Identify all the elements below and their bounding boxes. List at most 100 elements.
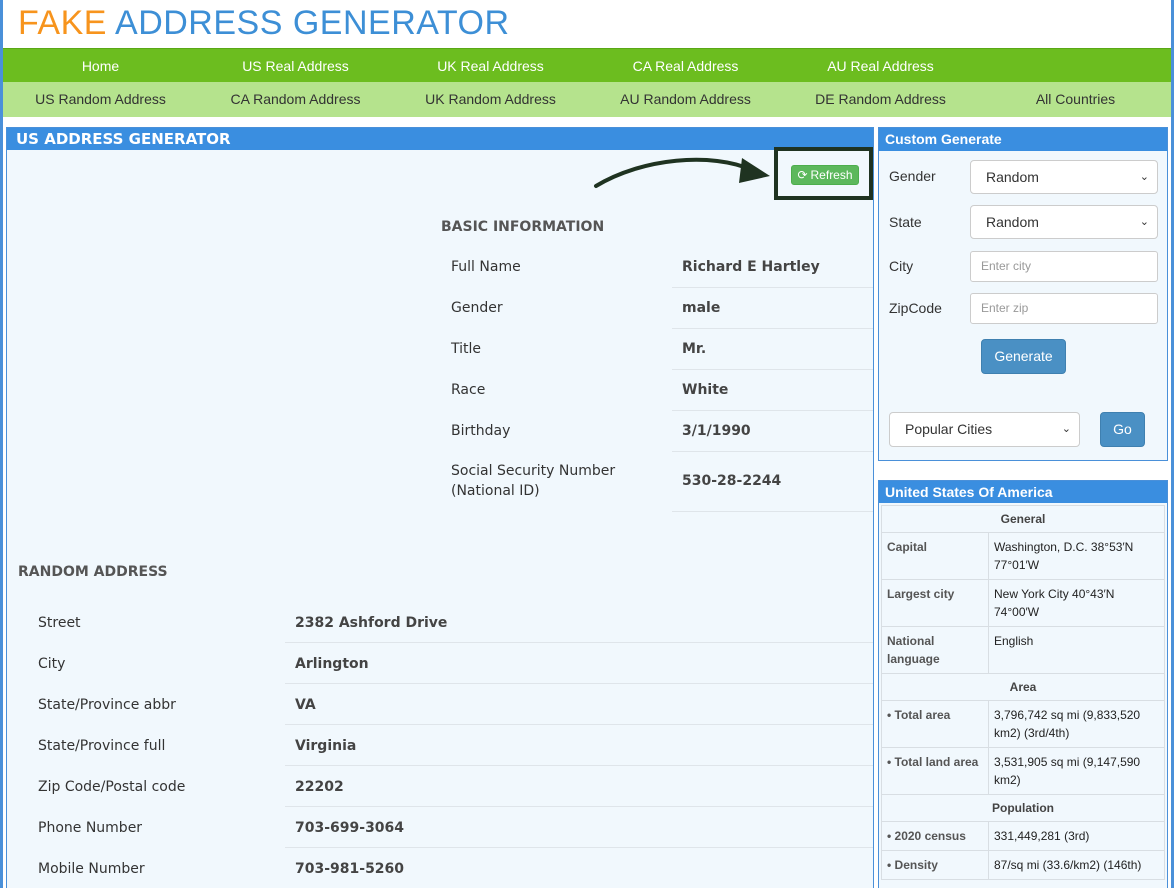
value-birthday: 3/1/1990 <box>682 423 751 439</box>
table-row: Capital Washington, D.C. 38°53′N 77°01′W <box>881 532 1165 580</box>
state-select[interactable]: Random ⌄ <box>970 205 1158 239</box>
logo-word-rest: ADDRESS GENERATOR <box>115 4 510 42</box>
panel-title: US ADDRESS GENERATOR <box>7 128 873 150</box>
nav-ca-random-address[interactable]: CA Random Address <box>198 82 393 117</box>
value-ssn: 530-28-2244 <box>682 473 782 489</box>
nav-ca-real-address[interactable]: CA Real Address <box>588 49 783 83</box>
basic-information-title: BASIC INFORMATION <box>441 219 605 235</box>
value-zip: 22202 <box>295 779 344 795</box>
nav-all-countries[interactable]: All Countries <box>978 82 1173 117</box>
generate-button[interactable]: Generate <box>981 339 1066 374</box>
density-key: • Density <box>881 850 989 880</box>
refresh-icon: ⟳ <box>797 168 808 182</box>
usa-info-title: United States Of America <box>879 481 1167 503</box>
total-area-key: • Total area <box>881 700 989 748</box>
logo-word-fake: FAKE <box>18 4 107 42</box>
label-zip: Zip Code/Postal code <box>38 779 186 795</box>
address-row-city: City Arlington <box>7 643 875 684</box>
divider <box>672 511 873 512</box>
refresh-label: Refresh <box>810 168 853 182</box>
nav-de-random-address[interactable]: DE Random Address <box>783 82 978 117</box>
gender-select[interactable]: Random ⌄ <box>970 160 1158 194</box>
table-row: • Total land area 3,531,905 sq mi (9,147… <box>881 747 1165 795</box>
table-row: • Total area 3,796,742 sq mi (9,833,520 … <box>881 700 1165 748</box>
basic-row-ssn: Social Security Number (National ID) 530… <box>7 452 875 512</box>
popular-cities-select[interactable]: Popular Cities ⌄ <box>889 412 1080 447</box>
us-address-generator-panel: US ADDRESS GENERATOR ⟳ Refresh BASIC INFO… <box>6 127 874 888</box>
primary-nav: Home US Real Address UK Real Address CA … <box>3 48 1171 82</box>
value-city: Arlington <box>295 656 369 672</box>
usa-info-table: General Capital Washington, D.C. 38°53′N… <box>881 505 1165 880</box>
area-header: Area <box>881 673 1165 701</box>
address-row-phone: Phone Number 703-699-3064 <box>7 807 875 848</box>
nav-home[interactable]: Home <box>3 49 198 83</box>
refresh-highlight-box: ⟳ Refresh <box>774 147 873 200</box>
city-input[interactable]: Enter city <box>970 251 1158 282</box>
land-area-key: • Total land area <box>881 747 989 795</box>
label-birthday: Birthday <box>451 423 511 439</box>
custom-generate-panel: Custom Generate Gender Random ⌄ State Ra… <box>878 127 1168 461</box>
basic-row-birthday: Birthday 3/1/1990 <box>7 411 875 452</box>
label-phone: Phone Number <box>38 820 143 836</box>
label-ssn-sub: (National ID) <box>451 483 540 499</box>
basic-row-race: Race White <box>7 370 875 411</box>
gender-label: Gender <box>889 168 936 184</box>
random-address-title: RANDOM ADDRESS <box>18 564 168 580</box>
capital-value: Washington, D.C. 38°53′N 77°01′W <box>988 532 1165 580</box>
basic-row-title: Title Mr. <box>7 329 875 370</box>
largest-city-value: New York City 40°43′N 74°00′W <box>988 579 1165 627</box>
address-row-state-full: State/Province full Virginia <box>7 725 875 766</box>
label-state-abbr: State/Province abbr <box>38 697 176 713</box>
nav-us-random-address[interactable]: US Random Address <box>3 82 198 117</box>
state-label: State <box>889 214 922 230</box>
nav-us-real-address[interactable]: US Real Address <box>198 49 393 83</box>
table-row: Largest city New York City 40°43′N 74°00… <box>881 579 1165 627</box>
zip-input[interactable]: Enter zip <box>970 293 1158 324</box>
value-gender: male <box>682 300 721 316</box>
annotation-arrow-icon <box>594 157 770 188</box>
label-mobile: Mobile Number <box>38 861 145 877</box>
go-button[interactable]: Go <box>1100 412 1145 447</box>
site-logo[interactable]: FAKE ADDRESS GENERATOR <box>18 4 510 46</box>
density-value: 87/sq mi (33.6/km2) (146th) <box>988 850 1165 880</box>
custom-generate-title: Custom Generate <box>879 128 1167 151</box>
address-row-zip: Zip Code/Postal code 22202 <box>7 766 875 807</box>
nav-uk-random-address[interactable]: UK Random Address <box>393 82 588 117</box>
table-row: Area <box>881 673 1165 701</box>
chevron-down-icon: ⌄ <box>1061 423 1071 435</box>
value-mobile: 703-981-5260 <box>295 861 405 877</box>
label-street: Street <box>38 615 81 631</box>
table-row: Population <box>881 794 1165 822</box>
label-city: City <box>38 656 66 672</box>
basic-row-gender: Gender male <box>7 288 875 329</box>
usa-info-panel: United States Of America General Capital… <box>878 480 1168 888</box>
value-state-abbr: VA <box>295 697 316 713</box>
value-state-full: Virginia <box>295 738 357 754</box>
language-key: National language <box>881 626 989 674</box>
zipcode-label: ZipCode <box>889 300 942 316</box>
popular-cities-value: Popular Cities <box>905 421 993 437</box>
largest-city-key: Largest city <box>881 579 989 627</box>
nav-au-random-address[interactable]: AU Random Address <box>588 82 783 117</box>
basic-row-full-name: Full Name Richard E Hartley <box>7 247 875 288</box>
language-value: English <box>988 626 1165 674</box>
chevron-down-icon: ⌄ <box>1139 171 1149 183</box>
state-select-value: Random <box>986 214 1039 230</box>
label-race: Race <box>451 382 486 398</box>
value-race: White <box>682 382 729 398</box>
refresh-button[interactable]: ⟳ Refresh <box>791 165 859 185</box>
label-full-name: Full Name <box>451 259 521 275</box>
label-ssn: Social Security Number <box>451 463 616 479</box>
table-row: General <box>881 505 1165 533</box>
nav-uk-real-address[interactable]: UK Real Address <box>393 49 588 83</box>
gender-select-value: Random <box>986 169 1039 185</box>
value-street: 2382 Ashford Drive <box>295 615 448 631</box>
value-title: Mr. <box>682 341 707 357</box>
population-header: Population <box>881 794 1165 822</box>
table-row: National language English <box>881 626 1165 674</box>
city-label: City <box>889 258 914 274</box>
nav-au-real-address[interactable]: AU Real Address <box>783 49 978 83</box>
address-row-street: Street 2382 Ashford Drive <box>7 602 875 643</box>
chevron-down-icon: ⌄ <box>1139 216 1149 228</box>
address-row-state-abbr: State/Province abbr VA <box>7 684 875 725</box>
